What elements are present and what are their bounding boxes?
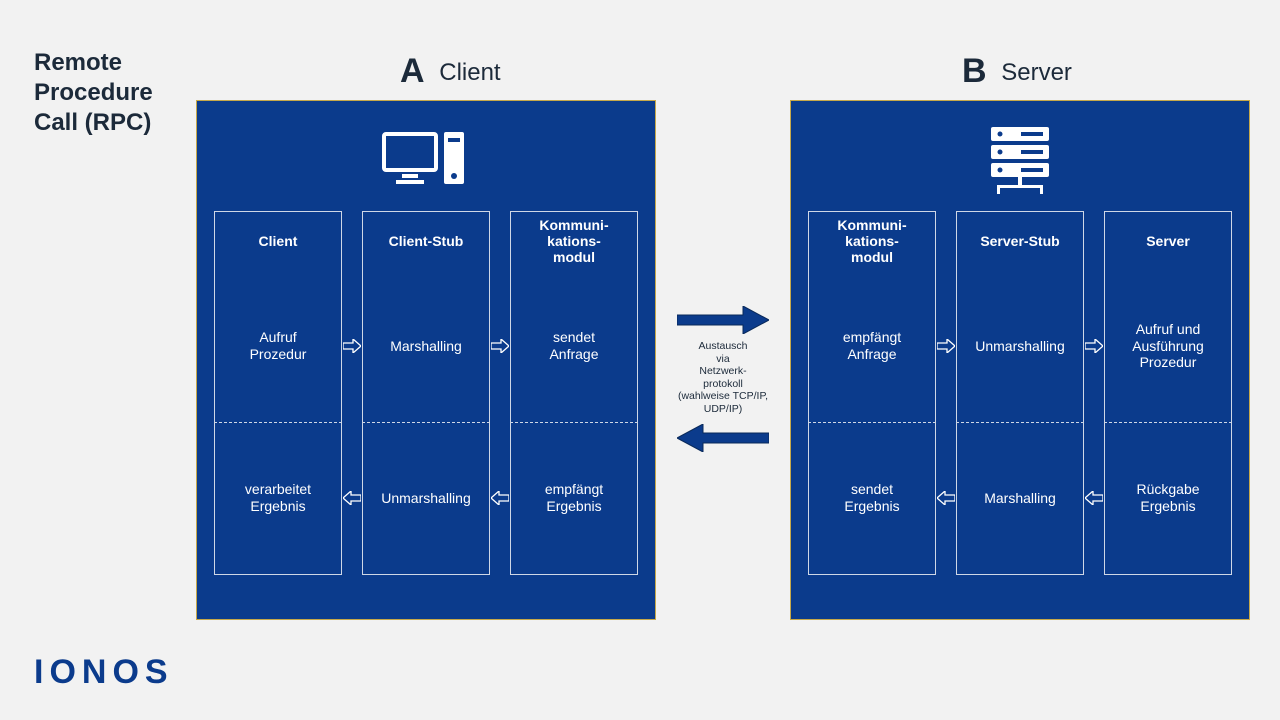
side-a-text: Client — [439, 59, 500, 86]
server-col-1: Server-Stub Unmarshalling Marshalling — [956, 211, 1084, 575]
network-exchange: Austausch via Netzwerk- protokoll (wahlw… — [664, 306, 782, 452]
client-col-1-head: Client-Stub — [363, 212, 489, 270]
server-col-2-head: Server — [1105, 212, 1231, 270]
client-col-2: Kommuni- kations- modul sendet Anfrage e… — [510, 211, 638, 575]
client-col-0-top: Aufruf Prozedur — [215, 270, 341, 422]
client-col-0-head: Client — [215, 212, 341, 270]
client-col-2-bottom: empfängt Ergebnis — [511, 422, 637, 574]
client-columns: Client Aufruf Prozedur verarbeitet Ergeb… — [214, 211, 638, 575]
server-col-0-top: empfängt Anfrage — [809, 270, 935, 422]
arrow-right-icon — [491, 339, 509, 353]
client-col-2-head: Kommuni- kations- modul — [511, 212, 637, 270]
server-col-2: Server Aufruf und Ausführung Prozedur Rü… — [1104, 211, 1232, 575]
server-col-1-bottom: Marshalling — [957, 422, 1083, 574]
arrow-right-icon — [343, 339, 361, 353]
server-col-2-bottom: Rückgabe Ergebnis — [1105, 422, 1231, 574]
client-col-1-top: Marshalling — [363, 270, 489, 422]
server-columns: Kommuni- kations- modul empfängt Anfrage… — [808, 211, 1232, 575]
client-col-0-bottom: verarbeitet Ergebnis — [215, 422, 341, 574]
arrow-right-icon — [677, 306, 769, 334]
server-col-2-top: Aufruf und Ausführung Prozedur — [1105, 270, 1231, 422]
server-col-1-top: Unmarshalling — [957, 270, 1083, 422]
client-col-2-top: sendet Anfrage — [511, 270, 637, 422]
side-a-letter: A — [400, 52, 425, 90]
computer-icon — [382, 115, 470, 205]
server-col-0-bottom: sendet Ergebnis — [809, 422, 935, 574]
side-a-label: A Client — [400, 52, 501, 91]
arrow-left-icon — [1085, 491, 1103, 505]
arrow-right-icon — [937, 339, 955, 353]
arrow-left-icon — [677, 424, 769, 452]
client-col-0: Client Aufruf Prozedur verarbeitet Ergeb… — [214, 211, 342, 575]
client-col-1: Client-Stub Marshalling Unmarshalling — [362, 211, 490, 575]
side-b-label: B Server — [962, 52, 1072, 91]
server-col-0: Kommuni- kations- modul empfängt Anfrage… — [808, 211, 936, 575]
network-caption: Austausch via Netzwerk- protokoll (wahlw… — [664, 340, 782, 416]
client-panel: Client Aufruf Prozedur verarbeitet Ergeb… — [196, 100, 656, 620]
arrow-right-icon — [1085, 339, 1103, 353]
server-col-1-head: Server-Stub — [957, 212, 1083, 270]
side-b-letter: B — [962, 52, 987, 90]
diagram-title: Remote Procedure Call (RPC) — [34, 48, 153, 138]
server-panel: Kommuni- kations- modul empfängt Anfrage… — [790, 100, 1250, 620]
server-col-0-head: Kommuni- kations- modul — [809, 212, 935, 270]
ionos-logo: IONOS — [34, 653, 174, 692]
side-b-text: Server — [1001, 59, 1072, 86]
arrow-left-icon — [343, 491, 361, 505]
server-icon — [983, 115, 1057, 205]
arrow-left-icon — [491, 491, 509, 505]
arrow-left-icon — [937, 491, 955, 505]
client-col-1-bottom: Unmarshalling — [363, 422, 489, 574]
